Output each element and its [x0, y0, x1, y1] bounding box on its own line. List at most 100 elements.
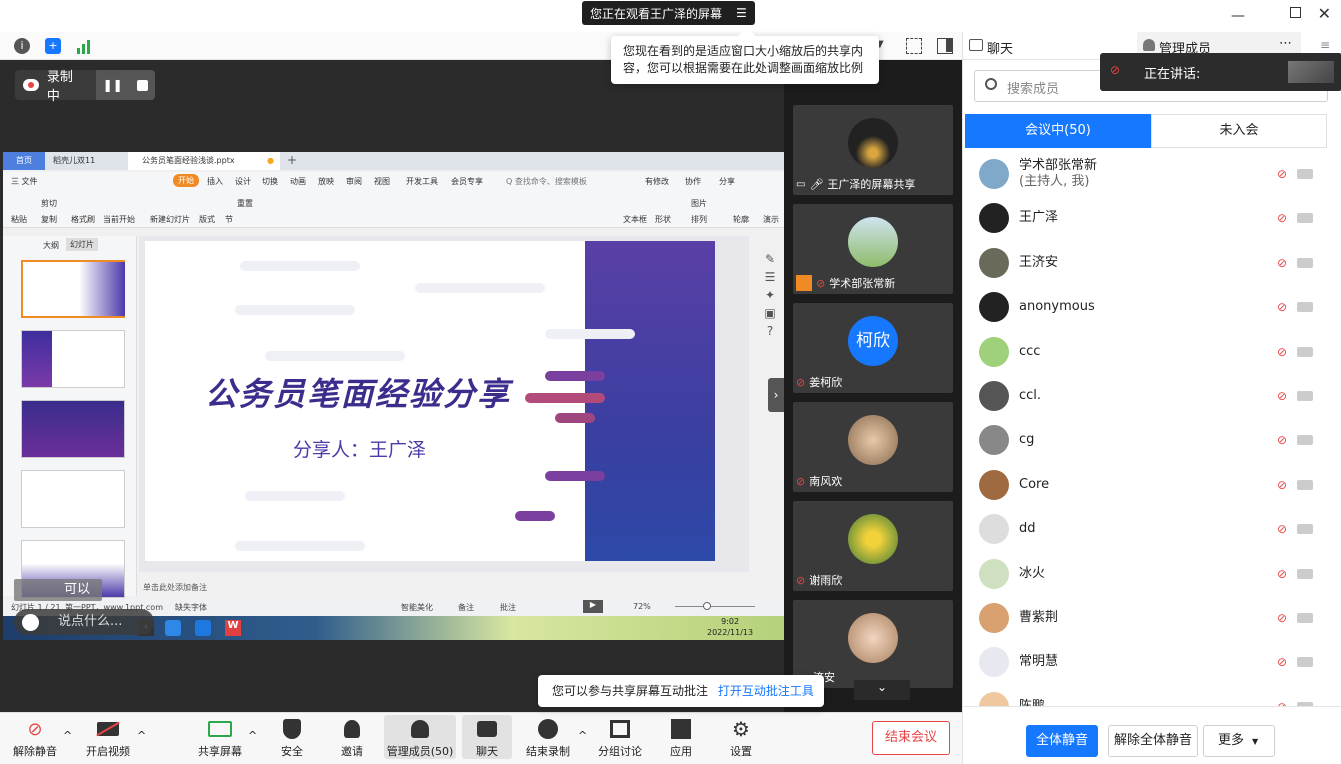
- stop-recording-button[interactable]: 结束录制: [518, 717, 578, 759]
- unmute-all-button[interactable]: 解除全体静音: [1108, 725, 1198, 757]
- list-item[interactable]: 王济安 ⊘: [979, 241, 1329, 285]
- play-icon[interactable]: ▶: [583, 600, 603, 613]
- wps-icon[interactable]: W: [225, 620, 241, 636]
- close-icon[interactable]: ✕: [1318, 4, 1331, 23]
- slide-thumb-1[interactable]: [21, 260, 125, 318]
- ppt-tab-doc2[interactable]: 公务员笔面经验浅谈.pptx ●: [128, 152, 280, 170]
- video-tile-4[interactable]: ⊘ 南风欢: [793, 402, 953, 492]
- ppt-menu-devtools[interactable]: 开发工具: [406, 176, 438, 187]
- ribbon-format[interactable]: 格式刷: [71, 214, 95, 225]
- ribbon-play[interactable]: 当前开始: [103, 214, 135, 225]
- mic-muted-icon[interactable]: ⊘: [1277, 211, 1287, 225]
- ribbon-present[interactable]: 演示: [763, 214, 779, 225]
- ribbon-paste[interactable]: 粘贴: [11, 214, 27, 225]
- tab-in-meeting[interactable]: 会议中(50): [965, 114, 1151, 148]
- video-tile-1[interactable]: ▭ 🎤︎ 王广泽的屏幕共享: [793, 105, 953, 195]
- list-item[interactable]: dd ⊘: [979, 507, 1329, 551]
- app-icon-2[interactable]: [195, 620, 211, 636]
- more-button[interactable]: 更多 ▼: [1203, 725, 1275, 757]
- camera-off-icon[interactable]: [1297, 657, 1313, 668]
- camera-off-icon[interactable]: [1297, 346, 1313, 357]
- notes-placeholder[interactable]: 单击此处添加备注: [143, 582, 207, 593]
- status-notes[interactable]: 备注: [458, 602, 474, 613]
- more-icon[interactable]: ⋯: [1279, 36, 1292, 51]
- chat-button[interactable]: 聊天: [462, 715, 512, 759]
- video-tile-3[interactable]: 柯欣 ⊘ 姜柯欣: [793, 303, 953, 393]
- apps-button[interactable]: 应用: [651, 717, 711, 759]
- chevron-right-icon[interactable]: ›: [768, 378, 784, 412]
- tab-not-joined[interactable]: 未入会: [1151, 114, 1327, 148]
- list-item[interactable]: 冰火 ⊘: [979, 552, 1329, 596]
- chat-tab[interactable]: 聊天: [987, 38, 1013, 57]
- ribbon-reset[interactable]: 重置: [237, 198, 253, 209]
- mic-muted-icon[interactable]: ⊘: [1277, 478, 1287, 492]
- ppt-menu-show[interactable]: 放映: [318, 176, 334, 187]
- ribbon-section[interactable]: 节: [225, 214, 233, 225]
- ppt-menu-file[interactable]: 三 文件: [11, 176, 38, 187]
- ppt-menu-animation[interactable]: 动画: [290, 176, 306, 187]
- chat-input[interactable]: 说点什么...: [14, 609, 154, 635]
- list-item[interactable]: cg ⊘: [979, 418, 1329, 462]
- ribbon-outline[interactable]: 轮廓: [733, 214, 749, 225]
- list-item[interactable]: 学术部张常新 (主持人, 我) ⊘: [979, 152, 1329, 196]
- mic-muted-icon[interactable]: ⊘: [1277, 256, 1287, 270]
- list-item[interactable]: anonymous ⊘: [979, 285, 1329, 329]
- share-screen-button[interactable]: 共享屏幕: [190, 717, 250, 759]
- status-beautify[interactable]: 智能美化: [401, 602, 433, 613]
- camera-off-icon[interactable]: [1297, 435, 1313, 446]
- mic-muted-icon[interactable]: ⊘: [1277, 655, 1287, 669]
- status-font[interactable]: 缺失字体: [175, 602, 207, 613]
- breakout-button[interactable]: 分组讨论: [590, 717, 650, 759]
- panel-tab-slides[interactable]: 幻灯片: [66, 238, 98, 251]
- ribbon-new-slide[interactable]: 新建幻灯片: [150, 214, 190, 225]
- ppt-menu-start[interactable]: 开始: [173, 174, 199, 187]
- ribbon-copy[interactable]: 复制: [41, 214, 57, 225]
- slide-thumb-2[interactable]: [21, 330, 125, 388]
- chevron-up-icon[interactable]: ^: [137, 729, 146, 742]
- settings-button[interactable]: ⚙ 设置: [711, 717, 771, 759]
- info-icon[interactable]: i: [14, 38, 30, 54]
- ribbon-layout[interactable]: 版式: [199, 214, 215, 225]
- list-item[interactable]: 曹紫荆 ⊘: [979, 596, 1329, 640]
- fullscreen-icon[interactable]: [906, 38, 922, 54]
- chevron-up-icon[interactable]: ^: [248, 729, 257, 742]
- list-item[interactable]: 王广泽 ⊘: [979, 196, 1329, 240]
- panel-tab-outline[interactable]: 大纲: [43, 240, 59, 251]
- list-item[interactable]: ccc ⊘: [979, 330, 1329, 374]
- chevron-down-icon[interactable]: ⌄: [854, 680, 910, 700]
- camera-off-icon[interactable]: [1297, 568, 1313, 579]
- ribbon-textbox[interactable]: 文本框: [623, 214, 647, 225]
- ribbon-picture[interactable]: 图片: [691, 198, 707, 209]
- slide-thumb-3[interactable]: [21, 400, 125, 458]
- ppt-menu-review[interactable]: 审阅: [346, 176, 362, 187]
- list-item[interactable]: ccl. ⊘: [979, 374, 1329, 418]
- pause-icon[interactable]: ❚❚: [103, 78, 123, 92]
- list-item[interactable]: Core ⊘: [979, 463, 1329, 507]
- mic-muted-icon[interactable]: ⊘: [1277, 522, 1287, 536]
- ppt-menu-view[interactable]: 视图: [374, 176, 390, 187]
- mic-muted-icon[interactable]: ⊘: [1277, 345, 1287, 359]
- mute-all-button[interactable]: 全体静音: [1026, 725, 1098, 757]
- camera-off-icon[interactable]: [1297, 479, 1313, 490]
- video-tile-5[interactable]: ⊘ 谢雨欣: [793, 501, 953, 591]
- mic-muted-icon[interactable]: ⊘: [1277, 389, 1287, 403]
- ppt-menu-transition[interactable]: 切换: [262, 176, 278, 187]
- end-meeting-button[interactable]: 结束会议: [872, 721, 950, 755]
- tool-icon-5[interactable]: ?: [761, 324, 779, 342]
- camera-off-icon[interactable]: [1297, 302, 1313, 313]
- ribbon-arrange[interactable]: 排列: [691, 214, 707, 225]
- stop-icon[interactable]: [136, 79, 148, 91]
- ribbon-cut[interactable]: 剪切: [41, 198, 57, 209]
- camera-off-icon[interactable]: [1297, 524, 1313, 535]
- ribbon-shape[interactable]: 形状: [655, 214, 671, 225]
- tool-icon-4[interactable]: ▣: [761, 306, 779, 324]
- video-button[interactable]: 开启视频: [78, 717, 138, 759]
- ppt-modified[interactable]: 有修改: [645, 176, 669, 187]
- tool-icon-2[interactable]: ☰: [761, 270, 779, 288]
- signal-icon[interactable]: [76, 38, 92, 54]
- ppt-menu-vip[interactable]: 会员专享: [451, 176, 483, 187]
- ppt-collab[interactable]: 协作: [685, 176, 701, 187]
- chevron-up-icon[interactable]: ^: [63, 729, 72, 742]
- camera-off-icon[interactable]: [1297, 613, 1313, 623]
- slide-thumb-4[interactable]: [21, 470, 125, 528]
